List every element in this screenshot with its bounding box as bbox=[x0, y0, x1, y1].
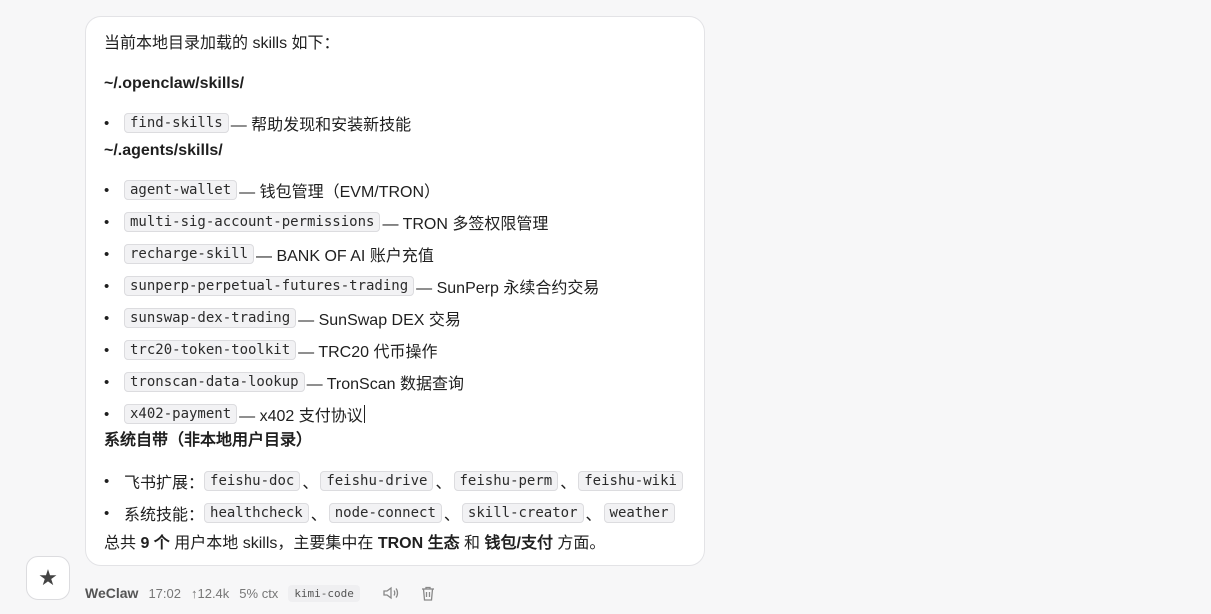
skill-code: sunperp-perpetual-futures-trading bbox=[124, 276, 415, 296]
skill-desc: — TRON 多签权限管理 bbox=[382, 216, 549, 233]
bullet: • bbox=[104, 405, 110, 423]
list-item: • recharge-skill — BANK OF AI 账户充值 bbox=[104, 241, 434, 267]
group-label: 系统技能： bbox=[124, 507, 205, 524]
summary-text: 和 bbox=[459, 535, 485, 552]
speaker-icon[interactable] bbox=[382, 585, 400, 601]
list-item: • trc20-token-toolkit — TRC20 代币操作 bbox=[104, 337, 437, 363]
skill-desc: — x402 支付协议 bbox=[239, 408, 363, 425]
summary-text: 方面。 bbox=[552, 535, 606, 552]
summary-bold: TRON 生态 bbox=[377, 535, 460, 552]
bullet: • bbox=[104, 472, 110, 490]
list-item: • agent-wallet — 钱包管理（EVM/TRON） bbox=[104, 177, 440, 203]
skill-code: node-connect bbox=[328, 503, 442, 523]
separator: 、 bbox=[443, 507, 460, 524]
skill-code: trc20-token-toolkit bbox=[124, 340, 297, 360]
list-item: • x402-payment — x402 支付协议 bbox=[104, 401, 365, 427]
list-item: • 系统技能： healthcheck 、 node-connect 、 ski… bbox=[104, 500, 675, 526]
skill-code: skill-creator bbox=[461, 503, 584, 523]
skill-code: recharge-skill bbox=[124, 244, 255, 264]
skill-code: weather bbox=[603, 503, 675, 523]
bullet: • bbox=[104, 504, 110, 522]
summary-text: 总共 bbox=[104, 535, 141, 552]
message-meta: WeClaw 17:02 ↑12.4k 5% ctx kimi-code bbox=[85, 582, 456, 604]
skill-code: healthcheck bbox=[204, 503, 309, 523]
text-cursor bbox=[363, 405, 365, 423]
skill-code: feishu-perm bbox=[453, 471, 559, 491]
summary-text: 用户本地 skills，主要集中在 bbox=[169, 535, 378, 552]
sender-name: WeClaw bbox=[85, 585, 139, 601]
bullet: • bbox=[104, 114, 110, 132]
skill-desc: — TRC20 代币操作 bbox=[298, 344, 438, 361]
skill-code: multi-sig-account-permissions bbox=[124, 212, 381, 232]
skill-code: x402-payment bbox=[124, 404, 238, 424]
separator: 、 bbox=[310, 507, 327, 524]
summary-bold: 9 个 bbox=[140, 535, 170, 552]
group-label: 飞书扩展： bbox=[124, 475, 205, 492]
separator: 、 bbox=[560, 475, 577, 492]
skill-desc: — 帮助发现和安装新技能 bbox=[230, 117, 412, 134]
list-item: • tronscan-data-lookup — TronScan 数据查询 bbox=[104, 369, 464, 395]
assistant-message-bubble: 当前本地目录加载的 skills 如下： ~/.openclaw/skills/… bbox=[85, 16, 705, 566]
bullet: • bbox=[104, 245, 110, 263]
skill-desc: — TronScan 数据查询 bbox=[306, 376, 464, 393]
separator: 、 bbox=[302, 475, 319, 492]
list-item: • find-skills — 帮助发现和安装新技能 bbox=[104, 110, 411, 136]
skill-code: find-skills bbox=[124, 113, 229, 133]
context-usage: 5% ctx bbox=[239, 585, 279, 601]
skill-code: feishu-wiki bbox=[578, 471, 683, 491]
section-heading-system: 系统自带（非本地用户目录） bbox=[104, 432, 313, 449]
bullet: • bbox=[104, 213, 110, 231]
trash-icon[interactable] bbox=[420, 585, 436, 602]
token-count: ↑12.4k bbox=[190, 585, 230, 601]
skill-desc: — SunSwap DEX 交易 bbox=[298, 312, 461, 329]
skill-code: feishu-doc bbox=[204, 471, 301, 491]
bullet: • bbox=[104, 181, 110, 199]
bullet: • bbox=[104, 341, 110, 359]
separator: 、 bbox=[585, 507, 602, 524]
bullet: • bbox=[104, 309, 110, 327]
bullet: • bbox=[104, 277, 110, 295]
list-item: • sunperp-perpetual-futures-trading — Su… bbox=[104, 273, 599, 299]
skill-desc: — SunPerp 永续合约交易 bbox=[416, 280, 600, 297]
message-time: 17:02 bbox=[148, 585, 181, 601]
list-item: • multi-sig-account-permissions — TRON 多… bbox=[104, 209, 548, 235]
skill-desc: — 钱包管理（EVM/TRON） bbox=[239, 184, 441, 201]
section-heading-agents: ~/.agents/skills/ bbox=[104, 142, 223, 159]
skill-desc: — BANK OF AI 账户充值 bbox=[256, 248, 434, 265]
skill-code: tronscan-data-lookup bbox=[124, 372, 305, 392]
message-intro: 当前本地目录加载的 skills 如下： bbox=[104, 35, 340, 52]
skill-code: feishu-drive bbox=[320, 471, 434, 491]
star-icon: ★ bbox=[26, 556, 70, 600]
summary-bold: 钱包/支付 bbox=[484, 535, 553, 552]
list-item: • 飞书扩展： feishu-doc 、 feishu-drive 、 feis… bbox=[104, 468, 683, 494]
skill-code: agent-wallet bbox=[124, 180, 238, 200]
section-heading-openclaw: ~/.openclaw/skills/ bbox=[104, 75, 245, 92]
bullet: • bbox=[104, 373, 110, 391]
skill-code: sunswap-dex-trading bbox=[124, 308, 297, 328]
list-item: • sunswap-dex-trading — SunSwap DEX 交易 bbox=[104, 305, 461, 331]
separator: 、 bbox=[435, 475, 452, 492]
model-badge: kimi-code bbox=[288, 584, 360, 602]
message-summary: 总共 9 个 用户本地 skills，主要集中在 TRON 生态 和 钱包/支付… bbox=[104, 533, 605, 555]
